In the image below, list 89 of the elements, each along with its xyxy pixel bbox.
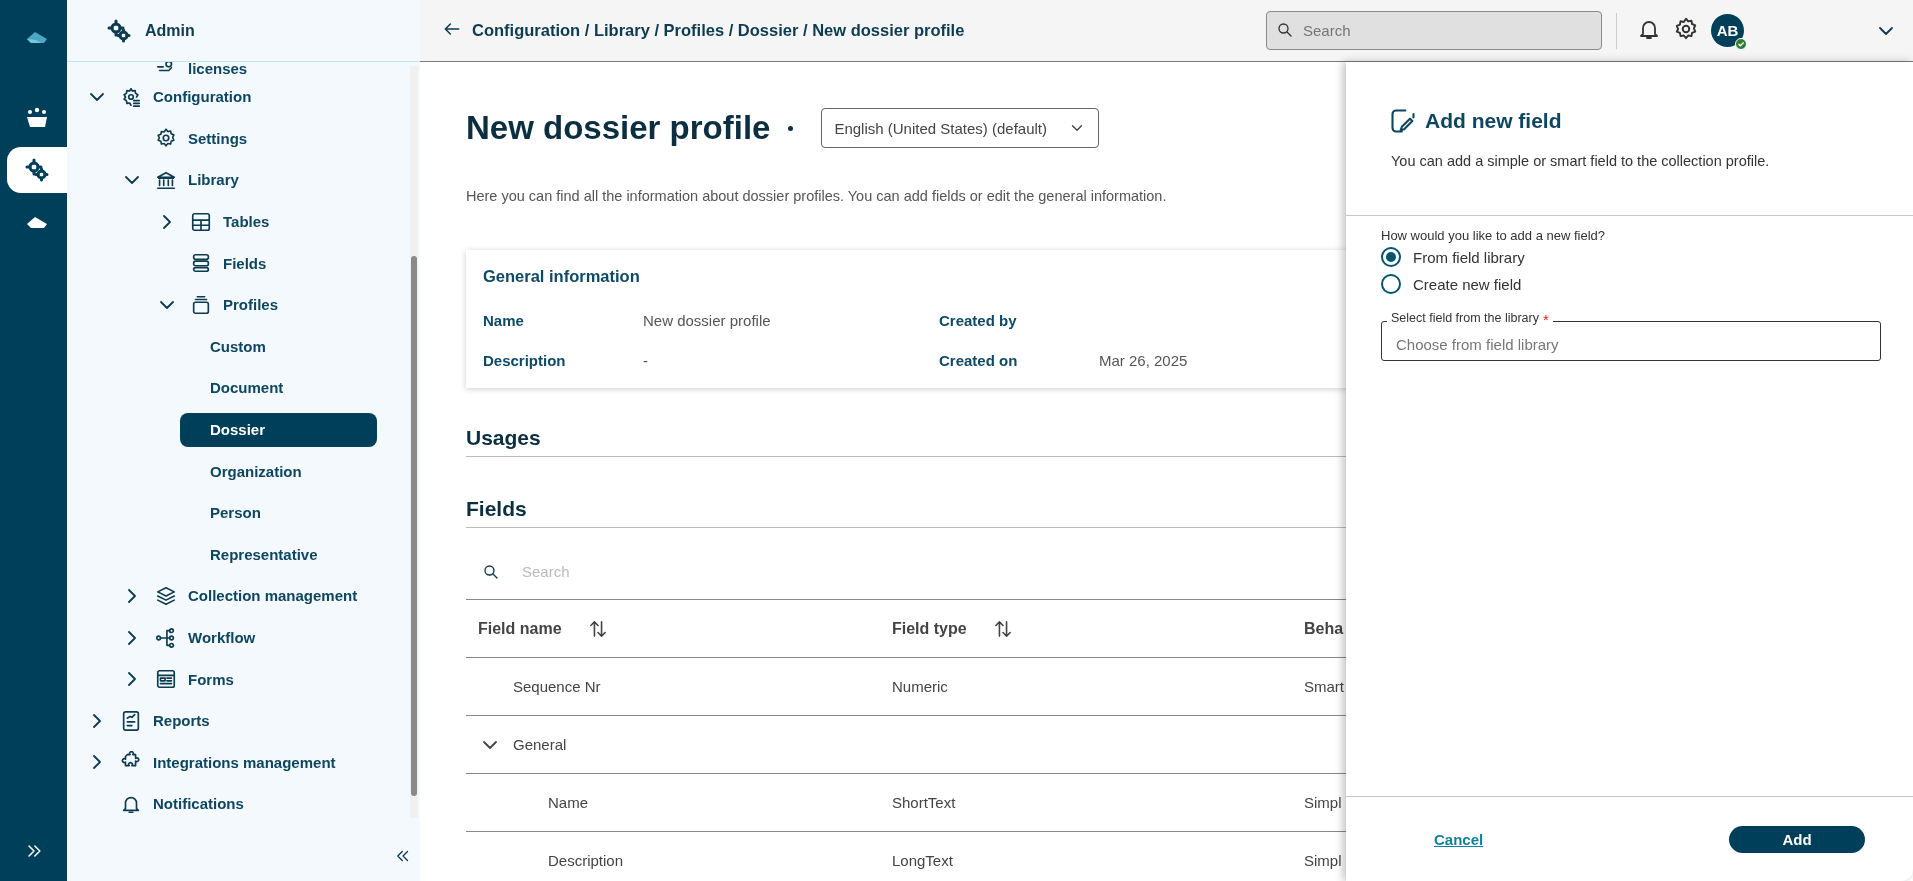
tree-item[interactable]: Representative [180,537,377,572]
gears-icon [107,18,131,43]
workflow-icon [155,626,177,649]
search-icon [482,562,500,581]
chevron-right-icon[interactable] [128,588,136,603]
field-label: Description [483,352,567,369]
tree-item[interactable]: Collection management [182,583,364,609]
question-label: How would you like to add a new field? [1381,228,1607,243]
gear-list-icon [120,85,142,108]
field-value: New dossier profile [643,312,771,329]
table-cell: Smart [1304,678,1344,695]
table-cell: Simpl [1304,794,1342,811]
bank-icon [155,169,177,191]
add-button[interactable]: Add [1729,825,1865,853]
table-cell: Simpl [1304,852,1342,869]
tree-item[interactable]: Integrations management [147,749,342,775]
gears-icon [25,158,49,182]
tree-item[interactable]: Profiles [217,292,285,318]
page-description: Here you can find all the information about dossier profiles. You can add fields or edit the general information. [466,188,1168,204]
table-cell: ShortText [892,794,956,811]
tree-item[interactable]: Document [180,370,377,405]
panel-title: Add new field [1425,109,1562,133]
cloud-logo-icon [25,215,49,229]
page-title: New dossier profile [466,109,771,147]
card-title: General information [483,267,641,286]
chevron-down-icon[interactable] [160,300,174,309]
radio-label[interactable]: Create new field [1413,275,1522,293]
chevron-right-icon[interactable] [93,755,101,770]
stacked-bars-icon [190,252,212,275]
column-header[interactable]: Field name [478,619,562,638]
edit-note-icon [1389,107,1417,135]
settings-icon [1673,15,1699,42]
field-label: Name [483,312,525,329]
radio-button[interactable] [1381,247,1401,267]
stack-icon [190,293,212,316]
table-cell: Sequence Nr [513,678,601,695]
language-select[interactable]: English (United States) (default) [821,108,1100,148]
tree-item[interactable]: Organization [180,454,377,489]
tree-item[interactable]: Custom [180,329,377,364]
tree-item[interactable]: Forms [182,666,240,692]
tree-item[interactable]: Tables [217,209,276,235]
tree-item[interactable]: Notifications [147,791,250,817]
report-icon [120,709,142,732]
scrollbar[interactable] [410,66,418,818]
table-cell: Numeric [892,678,948,695]
tree-item[interactable]: Reports [147,708,216,734]
people-icon [25,107,49,129]
tree-item[interactable]: Dossier [180,412,377,447]
field-value: - [643,352,648,369]
user-avatar[interactable]: AB [1711,14,1744,47]
field-label: Created on [939,352,1019,369]
field-label: Created by [939,312,1018,329]
table-cell: LongText [892,852,953,869]
dropdown-chevron-icon [1879,26,1893,35]
tree-item[interactable]: Library [182,167,245,193]
chevron-down-icon[interactable] [483,740,497,749]
tree-item[interactable]: Fields [217,250,273,276]
column-header[interactable]: Field type [892,619,967,638]
radio-label[interactable]: From field library [1413,248,1525,266]
form-icon [155,668,177,691]
chevron-down-icon[interactable] [90,92,104,101]
cloud-logo-icon [25,30,49,44]
panel-subtitle: You can add a simple or smart field to the collection profile. [1390,153,1771,169]
tree-item[interactable]: Settings [182,125,254,151]
sort-arrows-icon[interactable] [589,619,606,638]
column-header[interactable]: Beha [1304,619,1344,638]
sort-arrows-icon[interactable] [994,619,1011,638]
chevron-right-icon[interactable] [128,672,136,687]
chevron-right-icon[interactable] [128,630,136,645]
tree-item[interactable]: Person [180,495,377,530]
table-cell: Name [548,794,588,811]
chevron-right-icon[interactable] [93,713,101,728]
tree-item[interactable]: Configuration [147,84,258,110]
tree-item[interactable]: licenses [182,62,254,76]
breadcrumb: Configuration / Library / Profiles / Dossier / New dossier profile [472,21,965,40]
search-icon [1276,21,1294,39]
chevron-right-icon[interactable] [163,214,171,229]
radio-button[interactable] [1381,274,1401,294]
field-value: Mar 26, 2025 [1099,352,1188,369]
table-cell: Description [548,852,624,869]
table-icon [190,210,212,233]
tree-item[interactable]: Workflow [182,625,262,650]
cancel-link[interactable]: Cancel [1434,830,1484,848]
rail-button[interactable] [7,147,67,193]
layers-icon [155,584,177,607]
table-cell: General [513,736,567,753]
search-field[interactable]: Search [1266,11,1602,50]
sidebar-title: Admin [145,21,195,40]
chevron-down-icon[interactable] [125,176,139,184]
